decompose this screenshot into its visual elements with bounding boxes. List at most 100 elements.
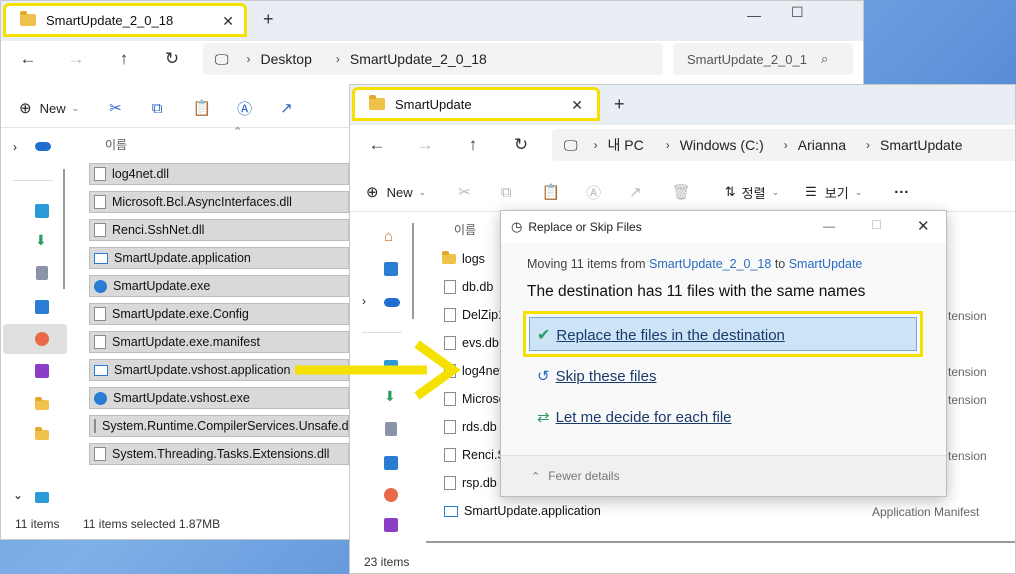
rename-button[interactable]: Ⓐ bbox=[586, 182, 601, 203]
forward-arrow-icon[interactable]: → bbox=[410, 135, 440, 155]
clipboard-icon: 📋 bbox=[541, 184, 561, 201]
breadcrumb-windows-c[interactable]: Windows (C:) bbox=[680, 137, 764, 153]
maximize-button[interactable]: ☐ bbox=[871, 218, 882, 232]
file-row[interactable]: DelZip1 bbox=[442, 302, 505, 328]
rename-button[interactable]: Ⓐ bbox=[237, 98, 252, 119]
file-name: rsp.db bbox=[462, 476, 497, 490]
file-row[interactable]: Microsoft.Bcl.AsyncInterfaces.dll bbox=[89, 191, 349, 213]
scissors-icon: ✂ bbox=[458, 184, 471, 201]
maximize-button[interactable]: ☐ bbox=[791, 4, 804, 21]
folder-icon bbox=[442, 251, 456, 264]
file-name: Microsoft.Bcl.AsyncInterfaces.dll bbox=[112, 195, 292, 209]
skip-files-option[interactable]: ↺ Skip these files bbox=[537, 367, 656, 386]
sidebar-scrollbar[interactable] bbox=[63, 169, 65, 289]
breadcrumb-smartupdate-2-0-18[interactable]: SmartUpdate_2_0_18 bbox=[350, 51, 487, 67]
new-tab-button[interactable]: + bbox=[614, 94, 625, 115]
pictures-icon[interactable] bbox=[35, 300, 49, 314]
share-button[interactable]: ↗ bbox=[280, 99, 293, 117]
share-button[interactable]: ↗ bbox=[629, 183, 642, 201]
file-row[interactable]: SmartUpdate.application bbox=[442, 498, 601, 524]
file-row[interactable]: logs bbox=[442, 246, 485, 272]
cut-button[interactable]: ✂ bbox=[458, 183, 471, 201]
chevron-right-icon[interactable]: › bbox=[362, 294, 366, 308]
breadcrumb-desktop[interactable]: Desktop bbox=[261, 51, 312, 67]
fewer-details-button[interactable]: ⌃ Fewer details bbox=[531, 469, 620, 483]
sort-button[interactable]: ⇅ 정렬 ⌄ bbox=[725, 183, 779, 202]
sidebar-scrollbar[interactable] bbox=[412, 223, 414, 319]
source-folder-link[interactable]: SmartUpdate_2_0_18 bbox=[649, 257, 771, 271]
close-icon[interactable]: ✕ bbox=[222, 13, 234, 30]
more-button[interactable]: ··· bbox=[894, 184, 909, 201]
gallery-icon[interactable] bbox=[384, 262, 398, 276]
front-address-bar[interactable]: 🖵 › 내 PC › Windows (C:) › Arianna › Smar… bbox=[552, 129, 1015, 161]
refresh-icon[interactable]: ↻ bbox=[157, 49, 187, 69]
minimize-button[interactable]: — bbox=[823, 219, 835, 233]
file-icon bbox=[94, 364, 108, 376]
forward-arrow-icon[interactable]: → bbox=[61, 49, 91, 69]
copy-button[interactable]: ⧉ bbox=[501, 184, 512, 201]
file-name: SmartUpdate.application bbox=[114, 251, 251, 265]
destination-folder-link[interactable]: SmartUpdate bbox=[789, 257, 863, 271]
back-search-input[interactable]: SmartUpdate_2_0_1 ⌕ bbox=[673, 43, 853, 75]
pictures-icon[interactable] bbox=[384, 456, 398, 470]
new-tab-button[interactable]: + bbox=[263, 9, 274, 30]
videos-icon[interactable] bbox=[35, 364, 49, 378]
download-icon[interactable]: ⬇ bbox=[35, 232, 47, 249]
music-icon[interactable] bbox=[35, 332, 49, 346]
type-cell: tension bbox=[948, 309, 987, 323]
back-tab[interactable]: SmartUpdate_2_0_18 ✕ bbox=[3, 3, 247, 37]
file-row[interactable]: log4net.dll bbox=[89, 163, 349, 185]
file-row[interactable]: Renci.S bbox=[442, 442, 506, 468]
up-arrow-icon[interactable]: ↑ bbox=[458, 135, 488, 155]
front-command-bar: ⊕ New ⌄ ✂ ⧉ 📋 Ⓐ ↗ 🗑 ⇅ 정렬 ⌄ ☰ 보기 ⌄ ··· bbox=[350, 173, 1015, 212]
documents-icon[interactable] bbox=[36, 266, 48, 280]
file-row[interactable]: rds.db bbox=[442, 414, 497, 440]
documents-icon[interactable] bbox=[385, 422, 397, 436]
file-row[interactable]: SmartUpdate.exe.Config bbox=[89, 303, 349, 325]
horizontal-scrollbar[interactable] bbox=[426, 541, 1015, 543]
back-address-bar[interactable]: 🖵 › Desktop › SmartUpdate_2_0_18 bbox=[203, 43, 663, 75]
home-icon[interactable]: ⌂ bbox=[384, 228, 393, 245]
replace-files-option[interactable]: ✔ Replace the files in the destination bbox=[537, 325, 785, 345]
file-row[interactable]: db.db bbox=[442, 274, 493, 300]
refresh-icon[interactable]: ↻ bbox=[506, 135, 536, 155]
music-icon[interactable] bbox=[384, 488, 398, 502]
breadcrumb-this-pc[interactable]: 내 PC bbox=[608, 135, 644, 155]
file-row[interactable]: System.Runtime.CompilerServices.Unsafe.d… bbox=[89, 415, 354, 437]
new-button[interactable]: ⊕ New ⌄ bbox=[19, 99, 79, 117]
front-column-header-name[interactable]: 이름 bbox=[454, 221, 476, 238]
copy-button[interactable]: ⧉ bbox=[152, 100, 163, 117]
back-arrow-icon[interactable]: ← bbox=[13, 49, 43, 69]
decide-each-file-option[interactable]: ⇄ Let me decide for each file bbox=[537, 408, 732, 427]
file-row[interactable]: SmartUpdate.application bbox=[89, 247, 349, 269]
back-arrow-icon[interactable]: ← bbox=[362, 135, 392, 155]
view-button[interactable]: ☰ 보기 ⌄ bbox=[805, 183, 862, 202]
this-pc-icon[interactable] bbox=[35, 492, 49, 503]
folder-icon[interactable] bbox=[35, 427, 49, 440]
videos-icon[interactable] bbox=[384, 518, 398, 532]
onedrive-icon[interactable] bbox=[384, 298, 400, 307]
onedrive-icon[interactable] bbox=[35, 142, 51, 151]
close-icon[interactable]: ✕ bbox=[917, 217, 930, 235]
back-column-header-name[interactable]: 이름 bbox=[105, 136, 127, 153]
file-row[interactable]: System.Threading.Tasks.Extensions.dll bbox=[89, 443, 349, 465]
minimize-button[interactable]: — bbox=[747, 7, 761, 23]
paste-button[interactable]: 📋 bbox=[192, 99, 211, 117]
delete-button[interactable]: 🗑 bbox=[672, 183, 691, 201]
close-icon[interactable]: ✕ bbox=[571, 97, 583, 114]
up-arrow-icon[interactable]: ↑ bbox=[109, 49, 139, 69]
chevron-down-icon[interactable]: ⌄ bbox=[13, 488, 23, 502]
breadcrumb-smartupdate[interactable]: SmartUpdate bbox=[880, 137, 962, 153]
front-tab[interactable]: SmartUpdate ✕ bbox=[352, 87, 600, 121]
desktop-icon[interactable] bbox=[35, 204, 49, 218]
breadcrumb-arianna[interactable]: Arianna bbox=[798, 137, 846, 153]
folder-icon[interactable] bbox=[35, 397, 49, 410]
file-row[interactable]: Renci.SshNet.dll bbox=[89, 219, 349, 241]
paste-button[interactable]: 📋 bbox=[541, 183, 560, 201]
new-button[interactable]: ⊕ New ⌄ bbox=[366, 183, 426, 201]
chevron-right-icon[interactable]: › bbox=[13, 140, 17, 154]
file-row[interactable]: SmartUpdate.exe bbox=[89, 275, 349, 297]
cut-button[interactable]: ✂ bbox=[109, 99, 122, 117]
file-icon bbox=[94, 391, 107, 405]
file-row[interactable]: rsp.db bbox=[442, 470, 497, 496]
